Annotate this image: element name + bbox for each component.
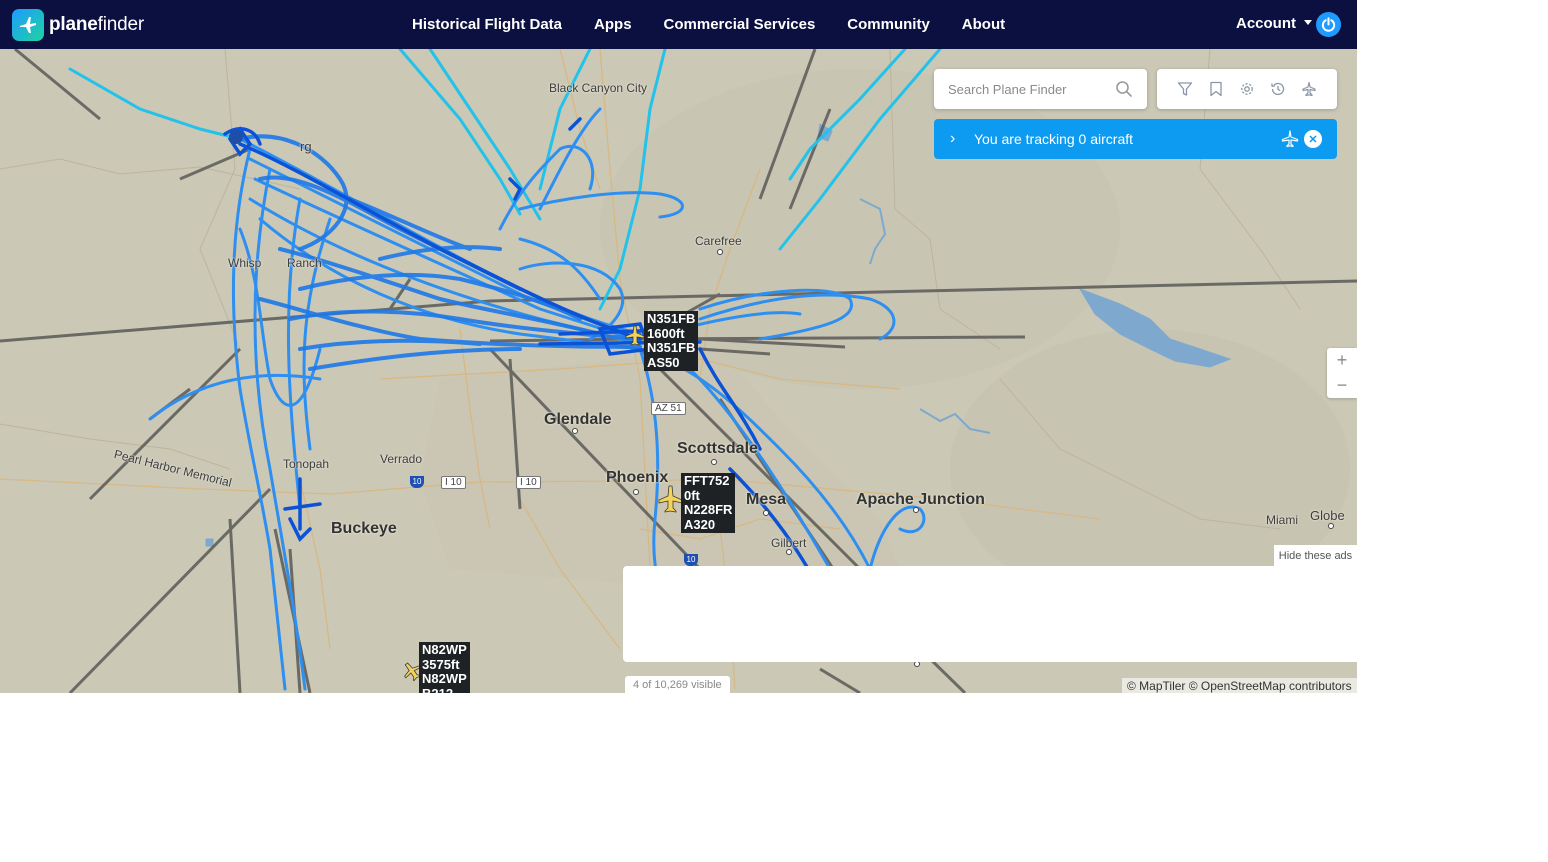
place-mesa: Mesa [746, 491, 787, 508]
aircraft-registration: N351FB [647, 340, 696, 355]
place-black-canyon-city: Black Canyon City [549, 81, 648, 95]
aircraft-callsign: FFT752 [684, 473, 730, 488]
nav-historical-flight-data[interactable]: Historical Flight Data [396, 16, 578, 33]
plane-outline-icon [1281, 130, 1299, 153]
tracking-bar[interactable]: › You are tracking 0 aircraft ✕ [934, 119, 1337, 159]
interstate-shield-icon: 10 [684, 554, 698, 566]
aircraft-altitude: 3575ft [422, 656, 460, 672]
planefinder-logo[interactable]: planefinder [12, 9, 144, 41]
zoom-controls: + − [1327, 348, 1357, 398]
gear-icon[interactable] [1237, 79, 1257, 99]
ad-slot [623, 566, 1357, 662]
aircraft-type: AS50 [647, 354, 680, 370]
power-icon[interactable] [1316, 12, 1341, 37]
aircraft-registration: N82WP [422, 671, 467, 686]
nav-community[interactable]: Community [831, 16, 946, 33]
account-menu[interactable]: Account [1236, 15, 1312, 32]
place-gilbert: Gilbert [771, 536, 807, 550]
place-buckeye: Buckeye [331, 520, 397, 537]
place-wickenburg: rg [300, 139, 312, 154]
aircraft-label-fft752[interactable]: FFT752 0ft N228FR A320 [681, 473, 736, 533]
zoom-out-button[interactable]: − [1327, 373, 1357, 398]
nav-apps[interactable]: Apps [578, 16, 648, 33]
zoom-in-button[interactable]: + [1327, 348, 1357, 373]
bookmark-icon[interactable] [1206, 79, 1226, 99]
map-attribution[interactable]: © MapTiler © OpenStreetMap contributors [1122, 678, 1357, 693]
aircraft-altitude: 1600ft [647, 325, 685, 341]
3d-view-icon[interactable] [1299, 79, 1319, 99]
aircraft-altitude: 0ft [684, 487, 700, 503]
aircraft-type: B212 [422, 685, 454, 693]
place-whisper-ranch-b: Ranch [287, 256, 322, 270]
chevron-right-icon[interactable]: › [950, 130, 964, 148]
visible-aircraft-count: 4 of 10,269 visible [625, 676, 730, 693]
highway-az51-marker: AZ 51 [651, 402, 686, 415]
place-glendale: Glendale [544, 411, 612, 428]
place-scottsdale: Scottsdale [677, 440, 758, 457]
aircraft-callsign: N82WP [422, 642, 467, 657]
interstate-shield-icon: 10 [410, 476, 424, 488]
account-label: Account [1236, 15, 1296, 32]
caret-down-icon [1304, 20, 1312, 25]
place-globe: Globe [1310, 508, 1345, 523]
aircraft-label-n82wp[interactable]: N82WP 3575ft N82WP B212 [419, 642, 470, 693]
brand-name: planefinder [49, 14, 144, 35]
tracking-label: You are tracking 0 aircraft [974, 131, 1134, 147]
place-apache-junction: Apache Junction [856, 491, 985, 508]
highway-i10-marker: I 10 [516, 476, 541, 489]
main-nav: Historical Flight Data Apps Commercial S… [396, 0, 1021, 49]
top-navbar: planefinder Historical Flight Data Apps … [0, 0, 1357, 49]
filter-icon[interactable] [1175, 79, 1195, 99]
place-verrado: Verrado [380, 452, 423, 466]
aircraft-callsign: N351FB [647, 311, 696, 326]
nav-commercial-services[interactable]: Commercial Services [648, 16, 832, 33]
place-carefree: Carefree [695, 234, 742, 248]
place-whisper-ranch-a: Whisp [228, 256, 262, 270]
place-phoenix: Phoenix [606, 469, 669, 486]
aircraft-registration: N228FR [684, 502, 733, 517]
highway-i10-marker: I 10 [441, 476, 466, 489]
search-box [934, 69, 1147, 109]
nav-about[interactable]: About [946, 16, 1021, 33]
map-toolbar [1157, 69, 1337, 109]
hide-ads-button[interactable]: Hide these ads [1274, 545, 1357, 566]
search-icon[interactable] [1115, 80, 1133, 103]
search-input[interactable] [948, 81, 1108, 97]
close-icon[interactable]: ✕ [1304, 130, 1322, 148]
history-icon[interactable] [1268, 79, 1288, 99]
plane-logo-icon [12, 9, 44, 41]
aircraft-label-n351fb[interactable]: N351FB 1600ft N351FB AS50 [644, 311, 699, 371]
place-tonopah: Tonopah [283, 457, 330, 471]
place-miami: Miami [1266, 513, 1298, 527]
aircraft-type: A320 [684, 516, 716, 532]
